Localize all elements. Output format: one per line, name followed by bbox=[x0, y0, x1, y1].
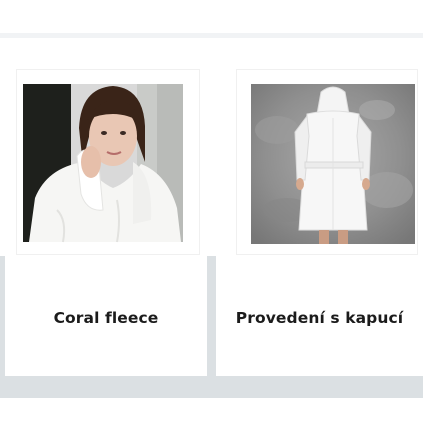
product-image-hooded[interactable] bbox=[236, 69, 418, 255]
product-card-coral-fleece[interactable]: Coral fleece bbox=[5, 256, 207, 376]
woman-in-bathrobe-photo bbox=[23, 84, 183, 243]
top-bar bbox=[0, 0, 423, 38]
product-card-hooded[interactable]: Provedení s kapucí bbox=[216, 256, 423, 376]
product-image-coral-fleece[interactable] bbox=[16, 69, 200, 255]
hooded-bathrobe-photo bbox=[251, 84, 415, 244]
product-caption: Coral fleece bbox=[53, 309, 159, 327]
product-caption: Provedení s kapucí bbox=[235, 309, 404, 327]
